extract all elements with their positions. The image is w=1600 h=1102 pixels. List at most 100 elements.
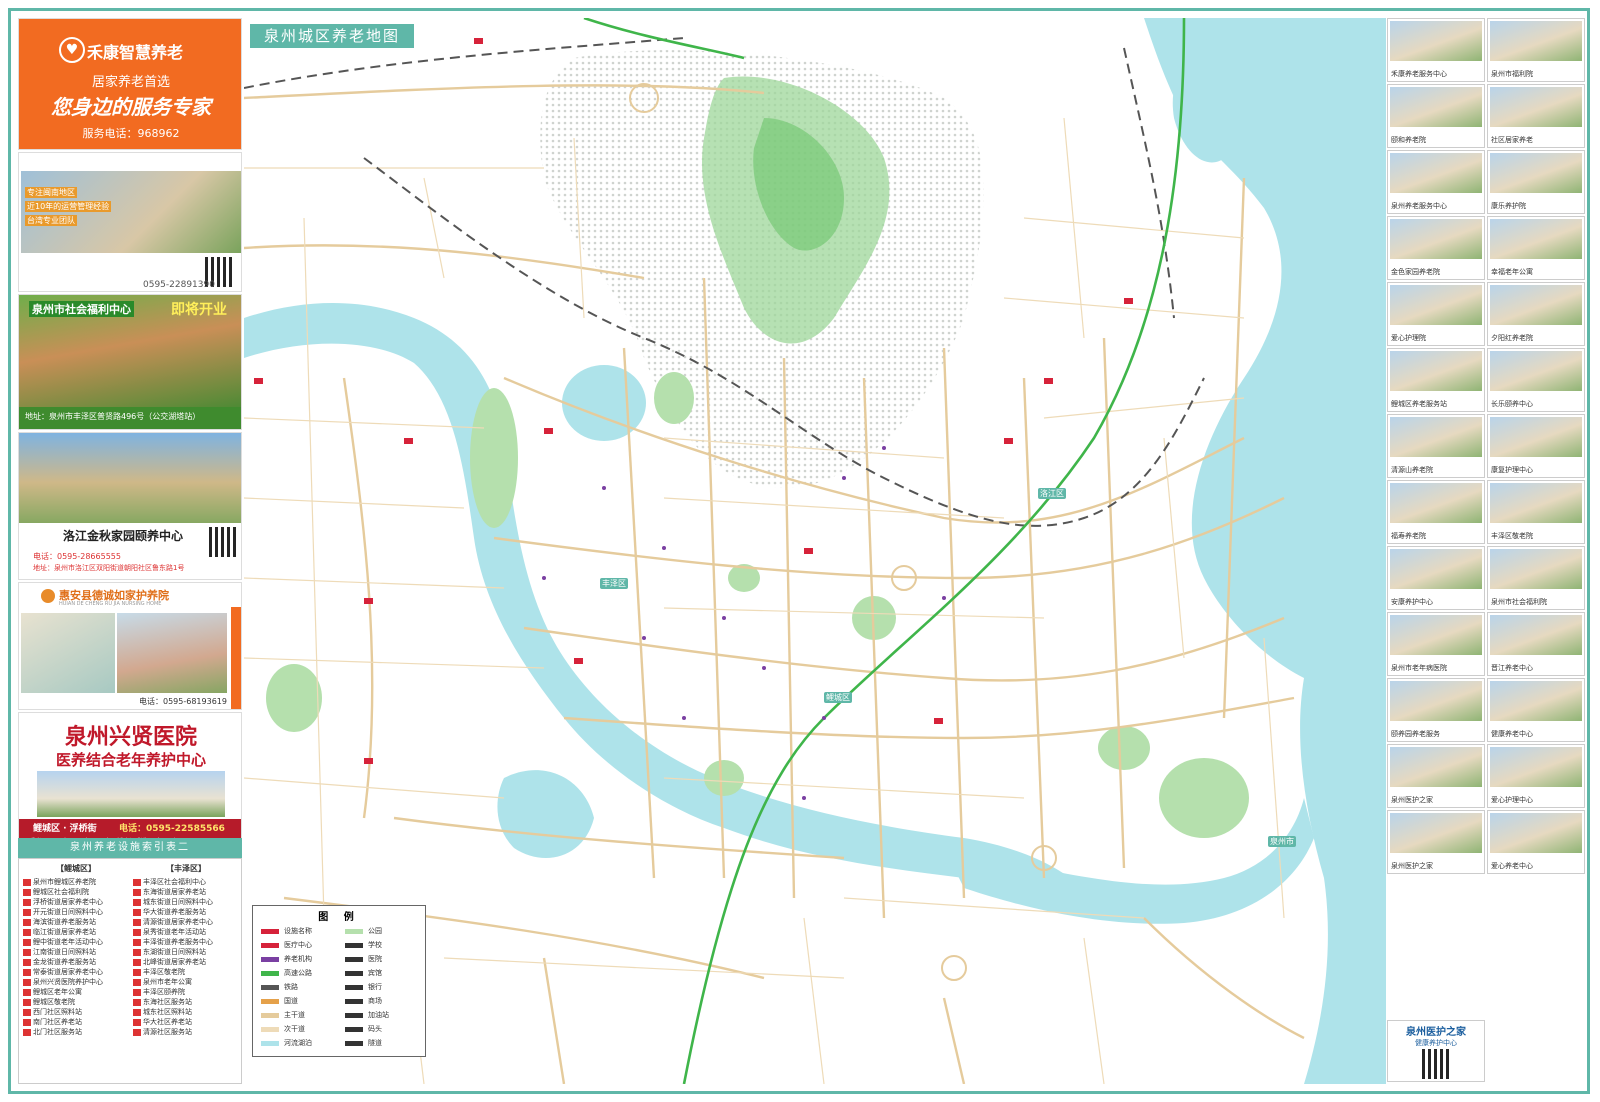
facility-marker-icon [133,978,141,986]
guide-item[interactable]: 鲤城区社会福利院 [23,887,129,897]
welfare-address: 地址：泉州市丰泽区普贤路496号（公交湖塔站） [25,412,201,421]
guide-item[interactable]: 鲤城区老年公寓 [23,987,129,997]
facility-marker-icon [133,988,141,996]
right-ad-card[interactable]: 颐和养老院 [1387,84,1485,148]
right-ad-card[interactable]: 泉州医护之家 [1387,744,1485,808]
right-ad-card[interactable]: 康复护理中心 [1487,414,1585,478]
right-ad-card[interactable]: 晋江养老中心 [1487,612,1585,676]
guide-item[interactable]: 北峰街道居家养老站 [133,957,239,967]
right-ad-card[interactable]: 丰泽区敬老院 [1487,480,1585,544]
guide-item-label: 浮桥街道居家养老中心 [33,898,103,906]
legend-label: 国道 [284,997,298,1005]
guide-item[interactable]: 西门社区照料站 [23,1007,129,1017]
guide-item-label: 泉州兴贤医院养护中心 [33,978,103,986]
guide-item[interactable]: 北门社区服务站 [23,1027,129,1037]
right-ad-card[interactable]: 安康养护中心 [1387,546,1485,610]
guide-item-label: 丰泽区颐养院 [143,988,185,996]
guide-item[interactable]: 泉州市老年公寓 [133,977,239,987]
guide-item[interactable]: 鲤中街道老年活动中心 [23,937,129,947]
guide-item[interactable]: 丰泽区敬老院 [133,967,239,977]
xingxian-hospital-ad[interactable]: 泉州兴贤医院 医养结合老年养护中心 鲤城区 · 浮桥街 电话：0595-2258… [18,712,242,850]
right-ad-label: 丰泽区敬老院 [1491,532,1533,540]
guide-item-label: 清源街道居家养老中心 [143,918,213,926]
right-ad-card[interactable]: 长乐颐养中心 [1487,348,1585,412]
guide-item[interactable]: 江南街道日间照料站 [23,947,129,957]
welfare-center-ad[interactable]: 泉州市社会福利中心 即将开业 地址：泉州市丰泽区普贤路496号（公交湖塔站） [18,294,242,430]
railway-east [1123,47,1175,319]
luojiang-building-photo [19,433,241,523]
right-ad-card[interactable]: 金色家园养老院 [1387,216,1485,280]
guide-item[interactable]: 华大社区养老站 [133,1017,239,1027]
guide-item[interactable]: 丰泽区颐养院 [133,987,239,997]
guide-item[interactable]: 泉州市鲤城区养老院 [23,877,129,887]
right-ad-card[interactable]: 鲤城区养老服务站 [1387,348,1485,412]
guide-item[interactable]: 丰泽区社会福利中心 [133,877,239,887]
right-ad-card[interactable]: 爱心护理中心 [1487,744,1585,808]
legend-label: 次干道 [284,1025,305,1033]
right-ad-card[interactable]: 社区居家养老 [1487,84,1585,148]
right-ad-label: 爱心养老中心 [1491,862,1533,870]
right-ad-card[interactable]: 泉州医护之家 [1387,810,1485,874]
hekang-ad[interactable]: ♥ 禾康智慧养老 居家养老首选 您身边的服务专家 服务电话：968962 [18,18,242,150]
legend-label: 主干道 [284,1011,305,1019]
welfare-subtitle: 即将开业 [171,302,227,318]
guide-item-label: 泉州市老年公寓 [143,978,192,986]
legend-item: 铁路 [261,982,298,992]
right-ad-card[interactable]: 幸福老年公寓 [1487,216,1585,280]
right-ad-card[interactable]: 爱心养老中心 [1487,810,1585,874]
guide-item[interactable]: 城东社区照料站 [133,1007,239,1017]
guide-item[interactable]: 开元街道日间照料中心 [23,907,129,917]
guide-item[interactable]: 泉州兴贤医院养护中心 [23,977,129,987]
luojiang-ad[interactable]: 洛江金秋家园颐养中心 电话：0595-28665555 地址：泉州市洛江区双阳街… [18,432,242,580]
guide-item[interactable]: 丰泽街道养老服务中心 [133,937,239,947]
guide-item[interactable]: 城东街道日间照料中心 [133,897,239,907]
guide-item[interactable]: 临江街道居家养老站 [23,927,129,937]
right-ad-card[interactable]: 清源山养老院 [1387,414,1485,478]
guide-item[interactable]: 东海街道居家养老站 [133,887,239,897]
right-ad-card[interactable]: 泉州市老年病医院 [1387,612,1485,676]
right-ad-label: 泉州市老年病医院 [1391,664,1447,672]
map-title: 泉州城区养老地图 [250,24,415,48]
right-ad-photo [1390,21,1482,61]
guide-item-label: 东海社区服务站 [143,998,192,1006]
right-ad-photo [1390,87,1482,127]
huian-ad[interactable]: 惠安县德诚如家护养院 HUIAN DE CHENG RU JIA NURSING… [18,582,242,710]
guide-item[interactable]: 南门社区养老站 [23,1017,129,1027]
legend-item: 宾馆 [345,968,382,978]
legend-item: 设施名称 [261,926,312,936]
right-ad-card[interactable]: 爱心护理院 [1387,282,1485,346]
xingxian-district: 鲤城区 · 浮桥街 [33,824,97,834]
guide-item-label: 海滨街道养老服务站 [33,918,96,926]
guide-item[interactable]: 清源社区服务站 [133,1027,239,1037]
elder-care-ad[interactable]: 专注闽南地区 近10年的运营管理经验 台湾专业团队 0595-22891390 [18,152,242,292]
guide-item[interactable]: 金龙街道养老服务站 [23,957,129,967]
right-ad-card[interactable]: 泉州养老服务中心 [1387,150,1485,214]
guide-item[interactable]: 鲤城区敬老院 [23,997,129,1007]
right-ad-card[interactable]: 泉州市福利院 [1487,18,1585,82]
right-ad-card[interactable]: 泉州市社会福利院 [1487,546,1585,610]
legend-item: 医院 [345,954,382,964]
guide-item-label: 金龙街道养老服务站 [33,958,96,966]
right-ad-label: 鲤城区养老服务站 [1391,400,1447,408]
guide-item[interactable]: 东海社区服务站 [133,997,239,1007]
right-bottom-ad[interactable]: 泉州医护之家 健康养护中心 [1387,1020,1485,1082]
guide-item[interactable]: 泉秀街道老年活动站 [133,927,239,937]
right-ad-label: 安康养护中心 [1391,598,1433,606]
right-ad-card[interactable]: 福寿养老院 [1387,480,1485,544]
guide-item[interactable]: 浮桥街道居家养老中心 [23,897,129,907]
right-ad-card[interactable]: 夕阳红养老院 [1487,282,1585,346]
guide-item[interactable]: 东湖街道日间照料站 [133,947,239,957]
guide-item[interactable]: 海滨街道养老服务站 [23,917,129,927]
right-ad-card[interactable]: 健康养老中心 [1487,678,1585,742]
luojiang-address: 地址：泉州市洛江区双阳街道朝阳社区鲁东路1号 [33,564,185,572]
guide-item[interactable]: 清源街道居家养老中心 [133,917,239,927]
guide-item[interactable]: 华大街道养老服务站 [133,907,239,917]
right-ad-label: 爱心护理院 [1391,334,1426,342]
guide-item[interactable]: 常泰街道居家养老中心 [23,967,129,977]
facility-marker-icon [23,908,31,916]
huian-orange-bar [231,607,241,709]
right-ad-label: 泉州市福利院 [1491,70,1533,78]
right-ad-card[interactable]: 禾康养老服务中心 [1387,18,1485,82]
right-ad-card[interactable]: 颐养园养老服务 [1387,678,1485,742]
right-ad-card[interactable]: 康乐养护院 [1487,150,1585,214]
